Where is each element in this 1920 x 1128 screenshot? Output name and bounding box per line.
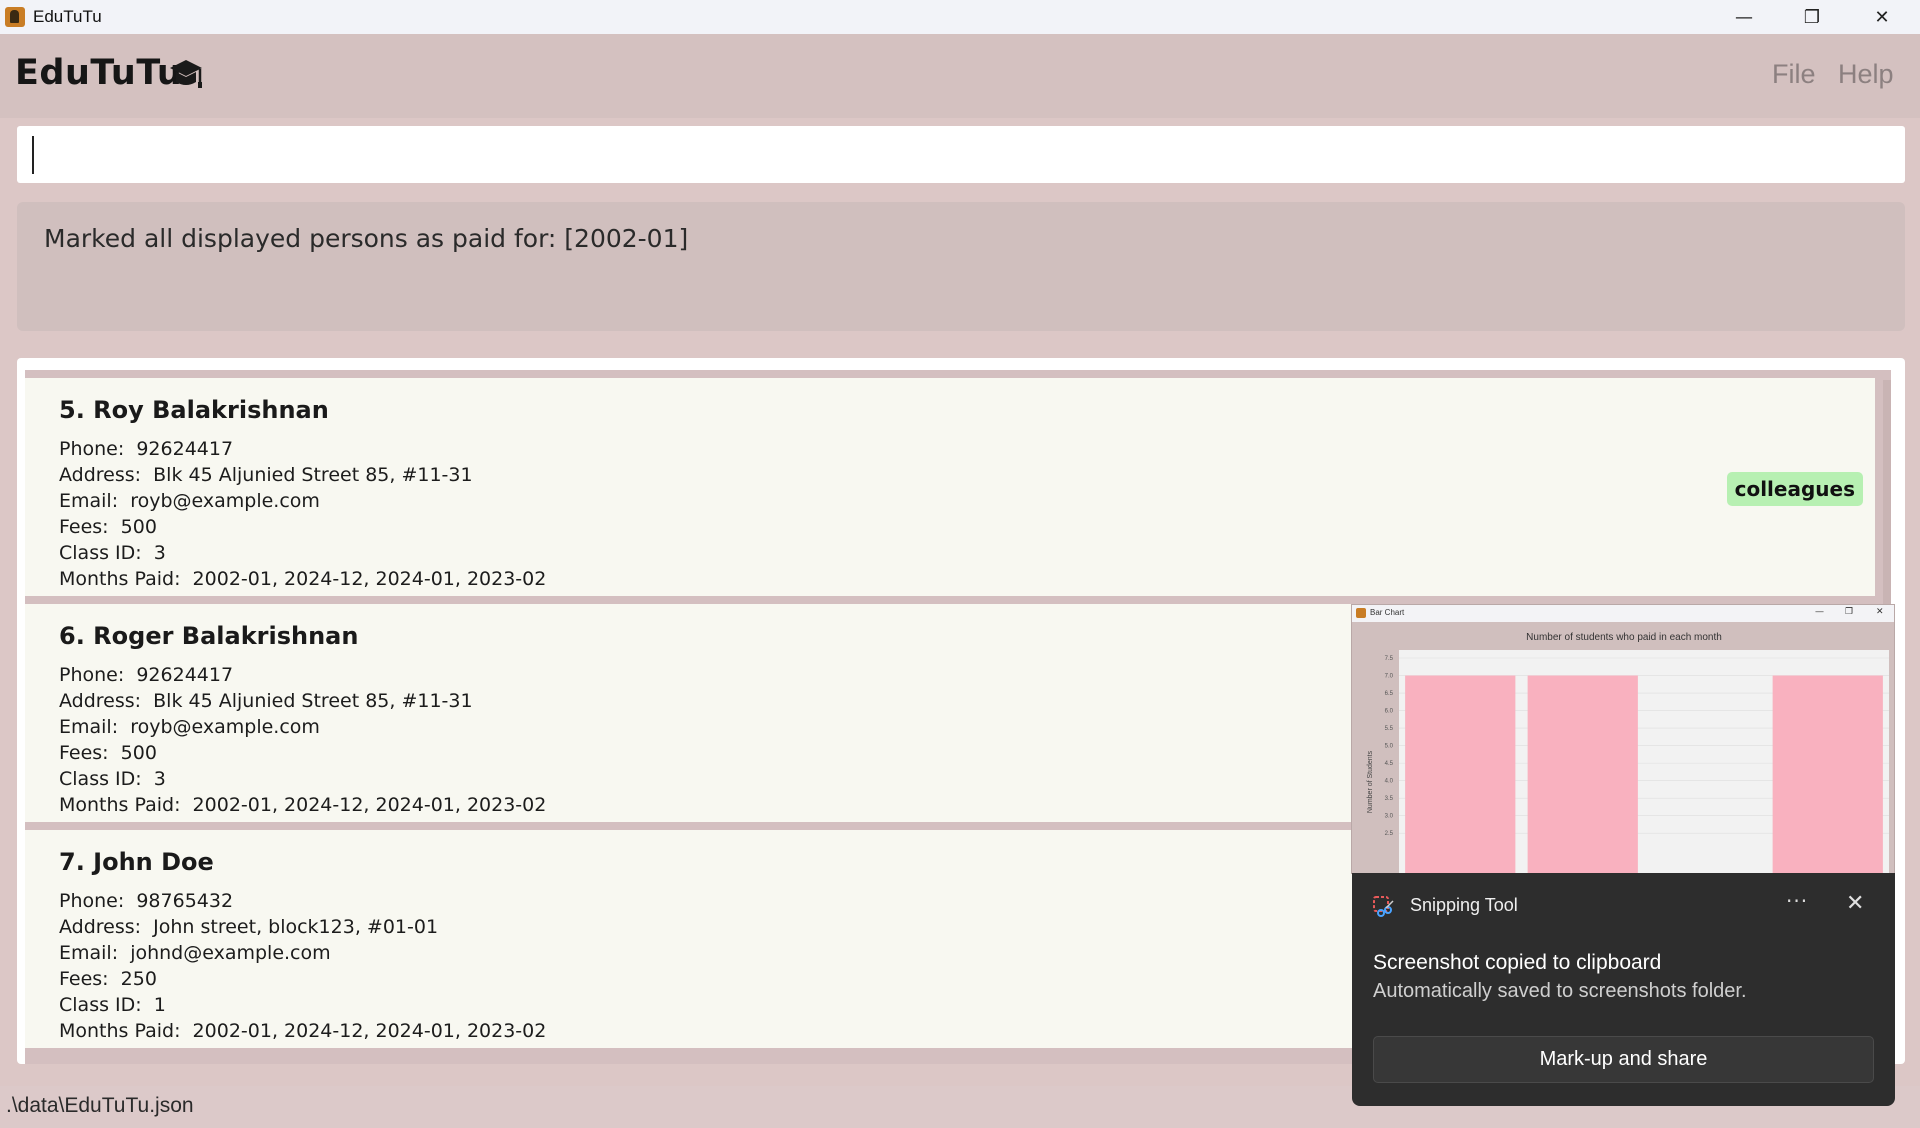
snipping-tool-icon <box>1373 896 1394 917</box>
person-phone: Phone: 92624417 <box>59 438 234 460</box>
person-class-id: Class ID: 1 <box>59 994 166 1016</box>
person-months-paid: Months Paid: 2002-01, 2024-12, 2024-01, … <box>59 794 547 816</box>
person-class-id: Class ID: 3 <box>59 542 166 564</box>
chart-window-title-bar: Bar Chart — ❐ ✕ <box>1352 605 1894 622</box>
person-name: 7. John Doe <box>59 848 214 876</box>
graduation-cap-icon <box>170 60 202 88</box>
chart-y-tick-label: 7.0 <box>1385 674 1394 680</box>
chart-y-tick-label: 5.0 <box>1385 744 1394 750</box>
person-email: Email: johnd@example.com <box>59 942 331 964</box>
app-icon <box>5 7 25 27</box>
bar-chart-window[interactable]: Bar Chart — ❐ ✕ Number of students who p… <box>1351 604 1895 874</box>
chart-bar <box>1527 675 1638 873</box>
data-file-path: .\data\EduTuTu.json <box>6 1094 194 1117</box>
chart-bar <box>1772 675 1883 873</box>
person-name: 5. Roy Balakrishnan <box>59 396 329 424</box>
text-caret <box>32 136 34 174</box>
chart-y-tick-label: 6.5 <box>1385 691 1394 697</box>
notification-close-icon[interactable]: ✕ <box>1846 891 1864 916</box>
person-months-paid: Months Paid: 2002-01, 2024-12, 2024-01, … <box>59 1020 547 1042</box>
chart-close-button[interactable]: ✕ <box>1876 607 1884 617</box>
person-address: Address: Blk 45 Aljunied Street 85, #11-… <box>59 690 473 712</box>
person-fees: Fees: 500 <box>59 516 157 538</box>
app-brand: EduTuTu <box>15 53 183 93</box>
chart-y-axis-label: Number of Students <box>1367 750 1374 813</box>
person-phone: Phone: 92624417 <box>59 664 234 686</box>
chart-y-tick-label: 3.5 <box>1385 796 1394 802</box>
chart-y-tick-label: 7.5 <box>1385 656 1394 662</box>
restore-button[interactable]: ❐ <box>1778 0 1846 34</box>
chart-bar <box>1405 675 1516 873</box>
command-input[interactable] <box>17 126 1905 183</box>
notification-subtitle: Automatically saved to screenshots folde… <box>1373 980 1747 1002</box>
bar-chart: Number of students who paid in each mont… <box>1367 632 1889 873</box>
result-display: Marked all displayed persons as paid for… <box>17 202 1905 331</box>
person-address: Address: John street, block123, #01-01 <box>59 916 439 938</box>
chart-minimize-button[interactable]: — <box>1815 607 1824 617</box>
person-address: Address: Blk 45 Aljunied Street 85, #11-… <box>59 464 473 486</box>
person-email: Email: royb@example.com <box>59 490 320 512</box>
window-title-bar: EduTuTu — ❐ ✕ <box>0 0 1920 34</box>
person-name: 6. Roger Balakrishnan <box>59 622 359 650</box>
chart-title: Number of students who paid in each mont… <box>1526 632 1722 643</box>
minimize-button[interactable]: — <box>1710 0 1778 34</box>
chart-window-icon <box>1356 608 1366 618</box>
person-fees: Fees: 250 <box>59 968 157 990</box>
app-header: EduTuTu File Help <box>0 34 1920 118</box>
person-months-paid: Months Paid: 2002-01, 2024-12, 2024-01, … <box>59 568 547 590</box>
menu-help[interactable]: Help <box>1838 59 1894 90</box>
window-title: EduTuTu <box>33 7 102 26</box>
person-fees: Fees: 500 <box>59 742 157 764</box>
chart-y-tick-label: 5.5 <box>1385 726 1394 732</box>
person-tag: colleagues <box>1726 472 1863 506</box>
menu-file[interactable]: File <box>1772 59 1816 90</box>
chart-y-tick-label: 4.5 <box>1385 761 1394 767</box>
chart-y-tick-label: 6.0 <box>1385 709 1394 715</box>
notification-title: Screenshot copied to clipboard <box>1373 951 1662 974</box>
chart-y-tick-label: 4.0 <box>1385 779 1394 785</box>
more-options-icon[interactable]: ··· <box>1786 889 1808 913</box>
chart-restore-button[interactable]: ❐ <box>1845 607 1853 617</box>
chart-y-tick-label: 3.0 <box>1385 814 1394 820</box>
person-email: Email: royb@example.com <box>59 716 320 738</box>
list-scrollbar[interactable] <box>1883 380 1891 640</box>
person-card[interactable]: 5. Roy Balakrishnan Phone: 92624417 Addr… <box>25 378 1875 596</box>
result-message: Marked all displayed persons as paid for… <box>44 224 689 253</box>
mark-up-and-share-button[interactable]: Mark-up and share <box>1373 1036 1874 1083</box>
chart-window-title: Bar Chart <box>1370 608 1405 617</box>
person-class-id: Class ID: 3 <box>59 768 166 790</box>
snipping-tool-notification[interactable]: Snipping Tool ··· ✕ Screenshot copied to… <box>1352 873 1895 1106</box>
chart-y-tick-label: 2.5 <box>1385 831 1394 837</box>
close-button[interactable]: ✕ <box>1848 0 1916 34</box>
person-phone: Phone: 98765432 <box>59 890 234 912</box>
notification-app-name: Snipping Tool <box>1410 895 1518 915</box>
